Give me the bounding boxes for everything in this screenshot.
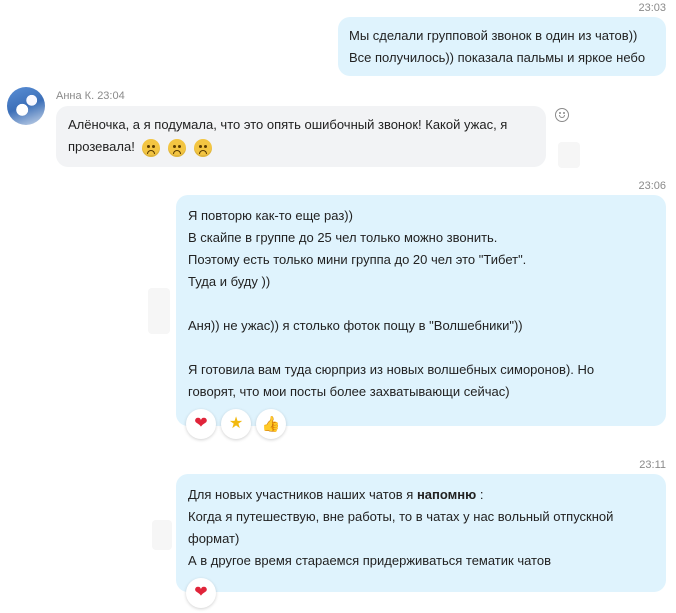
sad-face-emoji (194, 138, 213, 157)
heart-icon: ❤ (194, 415, 208, 432)
message-text-line: прозевала! (68, 136, 546, 158)
outgoing-message-bubble[interactable]: Мы сделали групповой звонок в один из ча… (338, 17, 666, 76)
star-icon: ★ (228, 415, 244, 432)
message-timestamp: 23:03 (638, 2, 666, 14)
message-text-line: Когда я путешествую, вне работы, то в ча… (188, 509, 614, 524)
message-header: Анна К. 23:04 (56, 90, 125, 102)
message-text-line: Я повторю как-то еще раз)) (188, 208, 353, 223)
message-text-line: А в другое время стараемся придерживатьс… (188, 553, 551, 568)
sad-face-emoji (168, 138, 187, 157)
message-text-line: говорят, что мои посты более захватывающ… (188, 384, 510, 399)
message-text-line: Аня)) не ужас)) я столько фоток пощу в "… (188, 318, 523, 333)
avatar[interactable] (7, 87, 45, 125)
author-name: Анна К. (56, 90, 95, 102)
message-text-line: формат) (188, 531, 240, 546)
message-timestamp: 23:04 (97, 90, 125, 102)
message-text-line: Все получилось)) показала пальмы и яркое… (349, 50, 646, 65)
message-text: Для новых участников наших чатов я (188, 487, 417, 502)
message-text: прозевала! (68, 139, 135, 154)
hover-placeholder (558, 142, 580, 168)
thumbs-up-icon: 👍 (261, 415, 281, 433)
message-timestamp: 23:06 (638, 180, 666, 192)
add-reaction-icon[interactable] (555, 108, 569, 122)
heart-reaction[interactable]: ❤ (186, 578, 216, 608)
message-timestamp: 23:11 (639, 459, 666, 471)
message-text: : (476, 487, 484, 502)
hover-placeholder (152, 520, 172, 550)
sad-face-emoji (142, 138, 161, 157)
message-text-line: Для новых участников наших чатов я напом… (188, 484, 666, 506)
message-text-line: Поэтому есть только мини группа до 20 че… (188, 252, 527, 267)
message-text-line: Мы сделали групповой звонок в один из ча… (349, 28, 638, 43)
star-reaction[interactable]: ★ (221, 409, 251, 439)
thumbs-up-reaction[interactable]: 👍 (256, 409, 286, 439)
message-text-line: Я готовила вам туда сюрприз из новых вол… (188, 362, 595, 377)
message-bold-text: напомню (416, 487, 477, 502)
incoming-message-bubble[interactable]: Алёночка, а я подумала, что это опять ош… (56, 106, 546, 167)
outgoing-message-bubble[interactable]: Я повторю как-то еще раз)) В скайпе в гр… (176, 195, 666, 426)
heart-reaction[interactable]: ❤ (186, 409, 216, 439)
heart-icon: ❤ (194, 584, 208, 601)
message-text-line: В скайпе в группе до 25 чел только можно… (188, 230, 498, 245)
outgoing-message-bubble[interactable]: Для новых участников наших чатов я напом… (176, 474, 666, 592)
hover-placeholder (148, 288, 170, 334)
message-text-line: Алёночка, а я подумала, что это опять ош… (68, 117, 508, 132)
message-text-line: Туда и буду )) (188, 274, 271, 289)
